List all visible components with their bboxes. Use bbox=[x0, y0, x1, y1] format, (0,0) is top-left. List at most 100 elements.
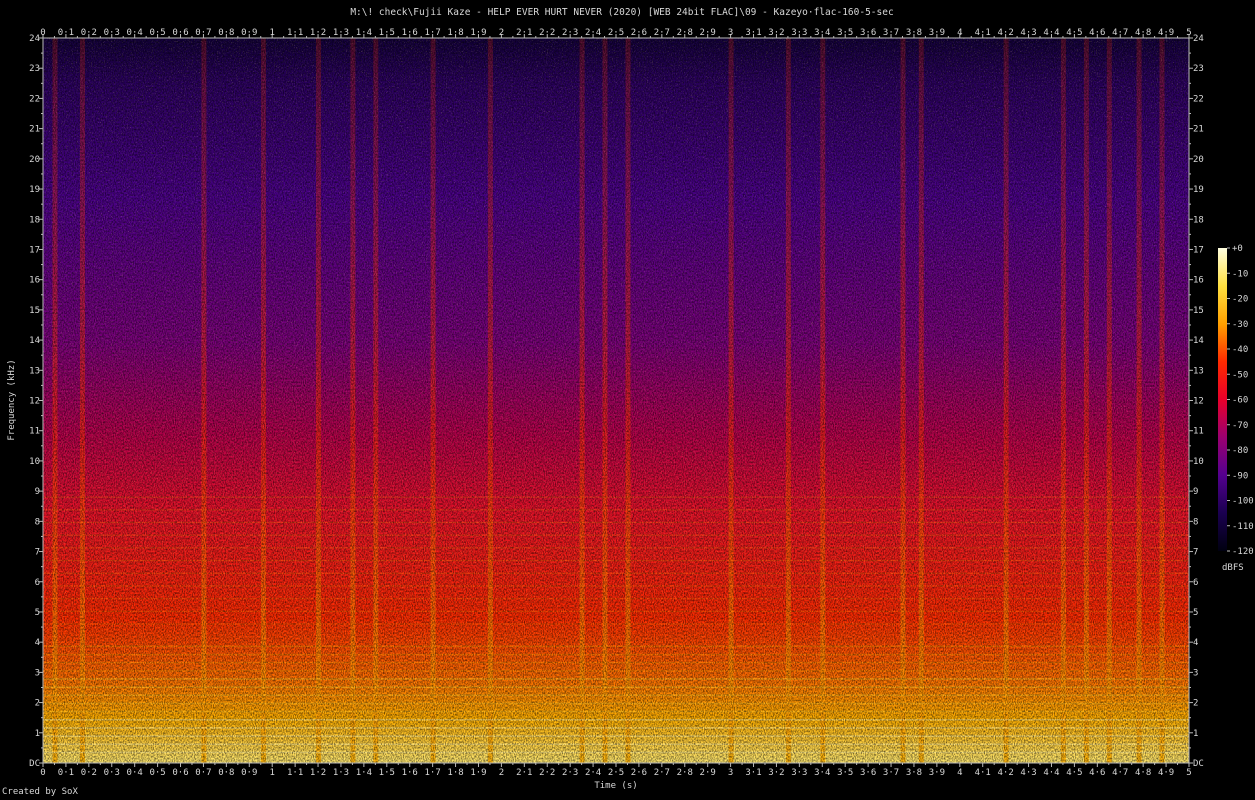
credit-text: Created by SoX bbox=[2, 787, 78, 797]
y-tick-label: 14 bbox=[1193, 336, 1204, 346]
x-tick-label: 3·8 bbox=[906, 28, 922, 38]
y-tick-label: 11 bbox=[29, 427, 40, 437]
x-tick-label: 1·6 bbox=[402, 768, 418, 778]
x-tick-label: 1·2 bbox=[310, 28, 326, 38]
x-tick-label: 0·5 bbox=[149, 768, 165, 778]
y-tick-label: DC bbox=[1193, 759, 1204, 769]
x-tick-label: 3·4 bbox=[814, 768, 830, 778]
colorbar-tick-label: -110 bbox=[1232, 522, 1254, 532]
x-tick-label: 0·4 bbox=[127, 768, 143, 778]
x-tick-label: 2·5 bbox=[608, 768, 624, 778]
x-tick-label: 3·5 bbox=[837, 768, 853, 778]
x-tick-label: 1 bbox=[269, 28, 274, 38]
x-tick-label: 3·1 bbox=[745, 28, 761, 38]
x-tick-label: 4·1 bbox=[975, 28, 991, 38]
y-tick-label: 9 bbox=[1193, 487, 1198, 497]
y-tick-label: 20 bbox=[29, 155, 40, 165]
spectrogram-plot-area bbox=[43, 38, 1189, 763]
x-tick-label: 2·6 bbox=[631, 28, 647, 38]
colorbar-tick-label: -40 bbox=[1232, 345, 1248, 355]
x-tick-label: 3·3 bbox=[791, 28, 807, 38]
x-tick-label: 0·9 bbox=[241, 28, 257, 38]
y-tick-label: 12 bbox=[1193, 397, 1204, 407]
x-tick-label: 5 bbox=[1186, 768, 1191, 778]
x-tick-label: 2·6 bbox=[631, 768, 647, 778]
y-tick-label: 12 bbox=[29, 397, 40, 407]
x-tick-label: 4·7 bbox=[1112, 28, 1128, 38]
y-tick-label: 17 bbox=[29, 245, 40, 255]
x-tick-label: 4·2 bbox=[998, 28, 1014, 38]
y-tick-label: 16 bbox=[1193, 276, 1204, 286]
y-tick-label: 13 bbox=[29, 366, 40, 376]
y-tick-label: 3 bbox=[1193, 668, 1198, 678]
y-tick-label: 15 bbox=[1193, 306, 1204, 316]
x-axis-top: 0 0·1 0·2 0·3 0·4 0·5 0·6 0·7 0·8 0·9 1 1·1 1·2 1·3 1·… bbox=[40, 28, 1192, 38]
x-tick-label: 3·1 bbox=[745, 768, 761, 778]
x-tick-label: 3·4 bbox=[814, 28, 830, 38]
x-tick-label: 4·8 bbox=[1135, 768, 1151, 778]
x-tick-label: 1·4 bbox=[356, 768, 372, 778]
x-tick-label: 1·9 bbox=[470, 768, 486, 778]
x-tick-label: 1·3 bbox=[333, 28, 349, 38]
x-tick-label: 4·8 bbox=[1135, 28, 1151, 38]
y-tick-label: 1 bbox=[35, 729, 40, 739]
x-tick-label: 1·7 bbox=[425, 768, 441, 778]
y-tick-label: 16 bbox=[29, 276, 40, 286]
x-tick-label: 0·8 bbox=[218, 28, 234, 38]
y-tick-label: 10 bbox=[1193, 457, 1204, 467]
x-tick-label: 3·6 bbox=[860, 28, 876, 38]
x-tick-label: 0·1 bbox=[58, 28, 74, 38]
x-tick-label: 4·5 bbox=[1066, 28, 1082, 38]
colorbar-tick-label: -90 bbox=[1232, 471, 1248, 481]
x-tick-label: 4·4 bbox=[1043, 28, 1059, 38]
x-tick-label: 2 bbox=[499, 28, 504, 38]
colorbar-tick-label: -80 bbox=[1232, 446, 1248, 456]
x-tick-label: 3·7 bbox=[883, 768, 899, 778]
noise-overlay bbox=[43, 38, 1189, 763]
y-tick-label: 1 bbox=[1193, 729, 1198, 739]
y-tick-label: 3 bbox=[35, 668, 40, 678]
x-tick-label: 3 bbox=[728, 28, 733, 38]
colorbar-tick-label: -70 bbox=[1232, 421, 1248, 431]
x-tick-label: 0·8 bbox=[218, 768, 234, 778]
x-tick-label: 2·8 bbox=[677, 28, 693, 38]
y-tick-label: 21 bbox=[29, 125, 40, 135]
x-tick-label: 4·7 bbox=[1112, 768, 1128, 778]
y-tick-label: DC bbox=[29, 759, 40, 769]
x-tick-label: 1·1 bbox=[287, 768, 303, 778]
y-tick-label: 19 bbox=[29, 185, 40, 195]
x-tick-label: 2·2 bbox=[539, 28, 555, 38]
y-tick-label: 10 bbox=[29, 457, 40, 467]
x-tick-label: 2·3 bbox=[562, 768, 578, 778]
x-tick-label: 2·9 bbox=[700, 28, 716, 38]
x-tick-label: 0·7 bbox=[195, 768, 211, 778]
x-tick-label: 1 bbox=[269, 768, 274, 778]
colorbar-tick-label: -120 bbox=[1232, 547, 1254, 557]
y-tick-label: 19 bbox=[1193, 185, 1204, 195]
x-tick-label: 2·7 bbox=[654, 768, 670, 778]
x-tick-label: 2·4 bbox=[585, 28, 601, 38]
x-tick-label: 2·5 bbox=[608, 28, 624, 38]
y-tick-label: 7 bbox=[1193, 548, 1198, 558]
y-axis-right: DC12345678910111213141516171819202122232… bbox=[1189, 34, 1204, 769]
y-tick-label: 24 bbox=[29, 34, 40, 44]
colorbar-tick-label: -60 bbox=[1232, 396, 1248, 406]
y-tick-label: 20 bbox=[1193, 155, 1204, 165]
colorbar-tick-label: +0 bbox=[1232, 244, 1243, 254]
x-tick-label: 4·4 bbox=[1043, 768, 1059, 778]
y-tick-label: 18 bbox=[1193, 215, 1204, 225]
x-tick-label: 2·1 bbox=[516, 768, 532, 778]
x-tick-label: 3·5 bbox=[837, 28, 853, 38]
y-tick-label: 23 bbox=[29, 64, 40, 74]
y-tick-label: 5 bbox=[1193, 608, 1198, 618]
y-tick-label: 8 bbox=[1193, 517, 1198, 527]
y-tick-label: 5 bbox=[35, 608, 40, 618]
x-tick-label: 0·2 bbox=[81, 768, 97, 778]
x-tick-label: 0·3 bbox=[104, 28, 120, 38]
x-tick-label: 3·9 bbox=[929, 28, 945, 38]
y-tick-label: 15 bbox=[29, 306, 40, 316]
x-tick-label: 0 bbox=[40, 768, 45, 778]
x-tick-label: 0·7 bbox=[195, 28, 211, 38]
x-tick-label: 2·7 bbox=[654, 28, 670, 38]
x-tick-label: 1·9 bbox=[470, 28, 486, 38]
